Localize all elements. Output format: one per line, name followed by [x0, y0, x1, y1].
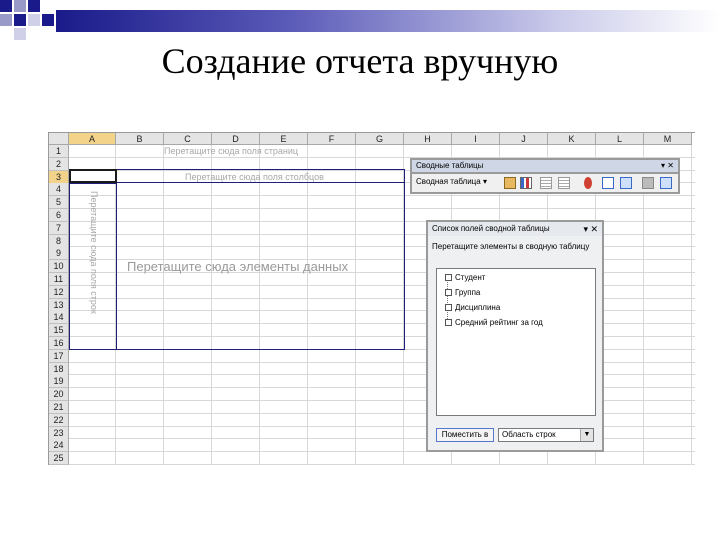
- include-hidden-items-icon[interactable]: [642, 177, 654, 189]
- add-to-button[interactable]: Поместить в: [436, 428, 494, 442]
- column-header-d[interactable]: D: [212, 133, 260, 145]
- area-select-value: Область строк: [502, 430, 556, 439]
- field-icon: [445, 319, 452, 327]
- sheet-corner[interactable]: [49, 133, 69, 145]
- column-header-c[interactable]: C: [164, 133, 212, 145]
- row-header-7[interactable]: 7: [49, 222, 69, 235]
- field-list-box[interactable]: Студент Группа Дисциплина Средний рейтин…: [436, 268, 596, 416]
- pivot-toolbar-title[interactable]: Сводные таблицы ▾ ✕: [412, 160, 678, 172]
- column-header-h[interactable]: H: [404, 133, 452, 145]
- row-header-15[interactable]: 15: [49, 324, 69, 337]
- column-header-l[interactable]: L: [596, 133, 644, 145]
- field-list-title: Список полей сводной таблицы: [432, 224, 550, 233]
- row-header-9[interactable]: 9: [49, 247, 69, 260]
- field-label: Студент: [455, 273, 486, 282]
- page-drop-zone: Перетащите сюда поля страниц: [164, 146, 299, 156]
- data-drop-zone: Перетащите сюда элементы данных: [127, 259, 349, 274]
- field-icon: [445, 274, 452, 282]
- column-drop-label: Перетащите сюда поля столбцов: [185, 172, 324, 182]
- column-header-j[interactable]: J: [500, 133, 548, 145]
- row-header-21[interactable]: 21: [49, 401, 69, 414]
- row-header-4[interactable]: 4: [49, 183, 69, 196]
- column-header-k[interactable]: K: [548, 133, 596, 145]
- field-list-instruction: Перетащите элементы в сводную таблицу: [432, 242, 590, 251]
- pivot-table-menu[interactable]: Сводная таблица ▾: [416, 177, 487, 186]
- column-header-b[interactable]: B: [116, 133, 164, 145]
- row-header-1[interactable]: 1: [49, 145, 69, 158]
- field-item-group[interactable]: Группа: [445, 288, 480, 297]
- toolbar-window-controls[interactable]: ▾ ✕: [661, 160, 674, 172]
- row-header-11[interactable]: 11: [49, 273, 69, 286]
- column-header-e[interactable]: E: [260, 133, 308, 145]
- toolbar-title-text: Сводные таблицы: [416, 161, 484, 170]
- header-bar: [56, 10, 720, 32]
- field-tree-line: [447, 279, 448, 323]
- row-header-5[interactable]: 5: [49, 196, 69, 209]
- row-header-6[interactable]: 6: [49, 209, 69, 222]
- field-label: Дисциплина: [455, 303, 501, 312]
- column-header-m[interactable]: M: [644, 133, 692, 145]
- pivot-toolbar-body: Сводная таблица ▾: [412, 174, 678, 192]
- row-header-17[interactable]: 17: [49, 350, 69, 363]
- field-label: Группа: [455, 288, 481, 297]
- slide-title: Создание отчета вручную: [161, 41, 559, 81]
- active-cell[interactable]: [69, 169, 117, 183]
- column-header-a[interactable]: A: [69, 133, 116, 145]
- area-select[interactable]: Область строк ▼: [498, 428, 594, 442]
- row-header-16[interactable]: 16: [49, 337, 69, 350]
- field-list-title-bar[interactable]: Список полей сводной таблицы ▾ ✕: [428, 222, 602, 236]
- field-label: Средний рейтинг за год: [455, 318, 543, 327]
- row-header-2[interactable]: 2: [49, 158, 69, 171]
- field-item-avg-rating[interactable]: Средний рейтинг за год: [445, 318, 543, 327]
- grid-column-line: [691, 145, 692, 465]
- show-field-list-icon[interactable]: [620, 177, 632, 189]
- column-header-f[interactable]: F: [308, 133, 356, 145]
- row-header-12[interactable]: 12: [49, 286, 69, 299]
- hide-detail-icon[interactable]: [540, 177, 552, 189]
- chevron-down-icon[interactable]: ▼: [580, 429, 593, 441]
- field-list-window-controls[interactable]: ▾ ✕: [583, 222, 598, 236]
- row-drop-label: Перетащите сюда поля строк: [89, 191, 99, 314]
- field-settings-icon[interactable]: [602, 177, 614, 189]
- field-list-body: Список полей сводной таблицы ▾ ✕ Перетащ…: [428, 222, 602, 450]
- refresh-data-icon[interactable]: [584, 177, 592, 189]
- row-header-24[interactable]: 24: [49, 439, 69, 452]
- row-header-14[interactable]: 14: [49, 311, 69, 324]
- column-header-i[interactable]: I: [452, 133, 500, 145]
- field-icon: [445, 289, 452, 297]
- field-item-student[interactable]: Студент: [445, 273, 485, 282]
- show-detail-icon[interactable]: [558, 177, 570, 189]
- pivot-field-list[interactable]: Список полей сводной таблицы ▾ ✕ Перетащ…: [426, 220, 604, 452]
- pivot-toolbar[interactable]: Сводные таблицы ▾ ✕ Сводная таблица ▾: [410, 158, 680, 194]
- column-header-g[interactable]: G: [356, 133, 404, 145]
- field-icon: [445, 304, 452, 312]
- field-item-discipline[interactable]: Дисциплина: [445, 303, 500, 312]
- row-header-25[interactable]: 25: [49, 452, 69, 465]
- chart-wizard-icon[interactable]: [520, 177, 532, 189]
- row-header-20[interactable]: 20: [49, 388, 69, 401]
- format-report-icon[interactable]: [504, 177, 516, 189]
- row-header-10[interactable]: 10: [49, 260, 69, 273]
- row-header-22[interactable]: 22: [49, 414, 69, 427]
- always-display-items-icon[interactable]: [660, 177, 672, 189]
- row-header-19[interactable]: 19: [49, 375, 69, 388]
